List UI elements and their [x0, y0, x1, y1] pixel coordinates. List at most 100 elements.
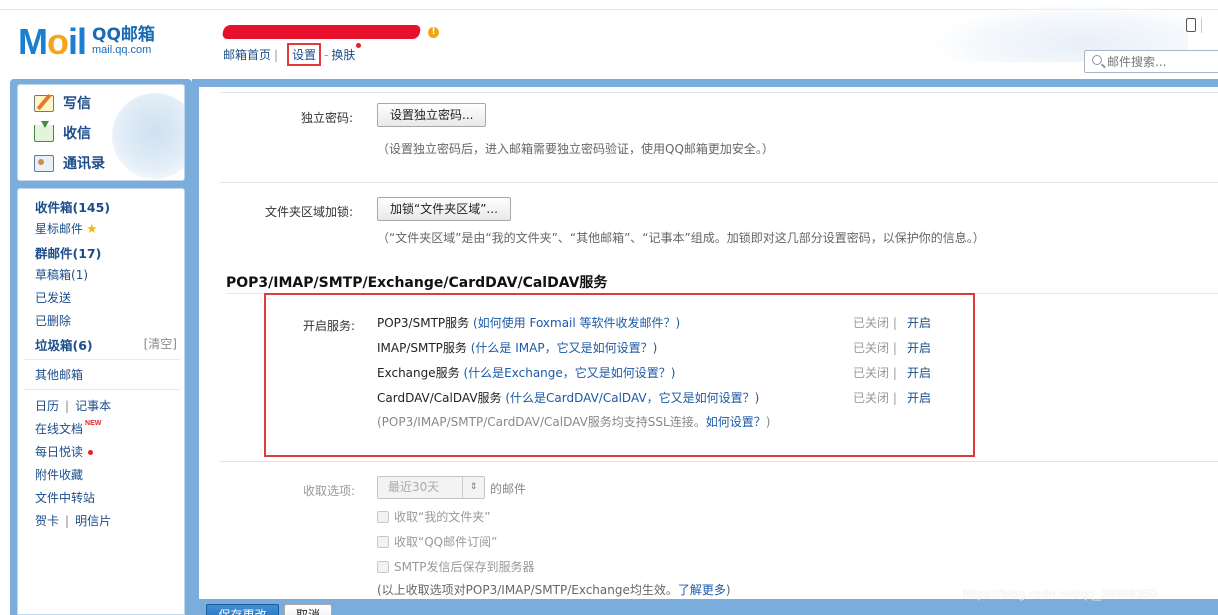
cancel-button[interactable]: 取消: [284, 604, 332, 615]
sidebar-item-spam[interactable]: 垃圾箱(6): [35, 335, 93, 354]
logo-cn: QQ邮箱: [92, 25, 155, 45]
sidebar-item-sent[interactable]: 已发送: [35, 289, 71, 306]
lock-folder-button[interactable]: 加锁“文件夹区域”...: [377, 197, 511, 221]
new-badge: NEW: [85, 420, 102, 427]
sidebar-item-cards[interactable]: 贺卡: [35, 514, 59, 528]
sidebar-item-calendar[interactable]: 日历: [35, 399, 59, 413]
enable-carddav-caldav-link[interactable]: 开启: [907, 389, 931, 406]
checkbox[interactable]: [377, 560, 389, 573]
select-arrow-icon: ⇕: [462, 477, 484, 498]
service-pop3-smtp: POP3/SMTP服务 (如何使用 Foxmail 等软件收发邮件？): [377, 316, 681, 330]
separator: |: [65, 399, 70, 413]
sidebar-item-deleted[interactable]: 已删除: [35, 312, 71, 329]
mail-search-input[interactable]: [1107, 54, 1217, 70]
fetch-note: (以上收取选项对POP3/IMAP/SMTP/Exchange均生效。了解更多): [377, 583, 731, 597]
clear-spam-link[interactable]: [清空]: [144, 335, 177, 352]
sidebar-item-group[interactable]: 群邮件(17): [35, 243, 101, 262]
action-bar: [192, 599, 1218, 615]
service-status: 已关闭 |: [853, 316, 897, 330]
penguin-decoration: [112, 93, 184, 179]
folder-divider: [24, 359, 180, 360]
ssl-note: (POP3/IMAP/SMTP/CardDAV/CalDAV服务均支持SSL连接…: [377, 415, 771, 429]
watermark: https://blog.csdn.net/qq_38889350: [963, 587, 1158, 601]
sidebar-item-transfer[interactable]: 文件中转站: [35, 489, 95, 506]
sidebar-item-starred[interactable]: 星标邮件 ★: [35, 220, 98, 237]
new-dot-icon: [356, 43, 362, 48]
services-section-title: POP3/IMAP/SMTP/Exchange/CardDAV/CalDAV服务: [226, 275, 608, 291]
user-account: [221, 24, 423, 42]
sidebar-item-other-mailboxes[interactable]: 其他邮箱: [35, 366, 83, 383]
smtp-save-option[interactable]: SMTP发信后保存到服务器: [377, 558, 535, 575]
nav-separator: -: [324, 48, 329, 62]
service-help-link[interactable]: (什么是Exchange，它又是如何设置？): [463, 366, 675, 380]
contacts-link[interactable]: 通讯录: [34, 152, 105, 174]
set-independent-password-button[interactable]: 设置独立密码...: [377, 103, 487, 127]
contacts-icon: [34, 154, 54, 172]
section-divider: [220, 92, 1218, 93]
folder-lock-hint: （“文件夹区域”是由“我的文件夹”、“其他邮箱”、“记事本”组成。加锁即对这几部…: [377, 231, 985, 245]
mail-search-box[interactable]: [1084, 50, 1218, 73]
learn-more-link[interactable]: 了解更多: [678, 583, 726, 597]
enable-exchange-link[interactable]: 开启: [907, 364, 931, 381]
nav-home-link[interactable]: 邮箱首页: [223, 48, 271, 62]
search-icon: [1092, 55, 1102, 65]
service-help-link[interactable]: (什么是CardDAV/CalDAV，它又是如何设置？): [505, 391, 759, 405]
folder-panel: 收件箱(145) 星标邮件 ★ 群邮件(17) 草稿箱(1) 已发送 已删除 垃圾…: [17, 188, 185, 615]
qq-mail-logo[interactable]: Moil QQ邮箱 mail.qq.com: [18, 24, 155, 60]
logo-text: QQ邮箱 mail.qq.com: [92, 25, 155, 60]
independent-password-label: 独立密码:: [300, 111, 353, 125]
receive-mail-link[interactable]: 收信: [34, 120, 91, 144]
nav-settings-link[interactable]: 设置: [287, 43, 322, 66]
service-status: 已关闭 |: [853, 366, 897, 380]
top-separator: [1201, 18, 1202, 33]
independent-password-hint: （设置独立密码后，进入邮箱需要独立密码验证，使用QQ邮箱更加安全。）: [377, 142, 774, 156]
save-button[interactable]: 保存更改: [206, 604, 279, 615]
sidebar-item-notes[interactable]: 记事本: [75, 399, 111, 413]
enable-imap-smtp-link[interactable]: 开启: [907, 339, 931, 356]
nav-separator: |: [274, 48, 279, 62]
service-imap-smtp: IMAP/SMTP服务 (什么是 IMAP，它又是如何设置？): [377, 341, 658, 355]
service-status: 已关闭 |: [853, 341, 897, 355]
folder-lock-label: 文件夹区域加锁:: [264, 205, 353, 219]
section-divider: [220, 461, 1218, 462]
inbox-icon: [34, 120, 54, 142]
contacts-label: 通讯录: [63, 156, 105, 172]
top-bar: Moil QQ邮箱 mail.qq.com ! 邮箱首页 | 设置 - 换肤: [0, 0, 1218, 80]
enable-pop3-smtp-link[interactable]: 开启: [907, 314, 931, 331]
fetch-subscriptions-option[interactable]: 收取“QQ邮件订阅”: [377, 533, 497, 550]
fetch-range-select[interactable]: 最近30天 ⇕: [377, 476, 485, 499]
folder-divider: [24, 389, 180, 390]
checkbox[interactable]: [377, 535, 389, 548]
star-icon: ★: [86, 222, 98, 237]
sidebar-item-postcards[interactable]: 明信片: [75, 514, 111, 528]
sidebar-item-inbox[interactable]: 收件箱(145): [35, 197, 110, 216]
checkbox[interactable]: [377, 510, 389, 523]
warning-icon[interactable]: !: [428, 27, 439, 38]
separator: |: [65, 514, 70, 528]
service-help-link[interactable]: (如何使用 Foxmail 等软件收发邮件？): [473, 316, 680, 330]
unread-dot-icon: [88, 450, 94, 455]
write-mail-link[interactable]: 写信: [34, 92, 91, 114]
mobile-icon[interactable]: [1186, 18, 1196, 32]
service-exchange: Exchange服务 (什么是Exchange，它又是如何设置？): [377, 366, 676, 380]
sidebar-item-attachments[interactable]: 附件收藏: [35, 466, 83, 483]
ssl-howto-link[interactable]: 如何设置？: [706, 415, 766, 429]
services-label: 开启服务:: [302, 319, 355, 333]
service-carddav-caldav: CardDAV/CalDAV服务 (什么是CardDAV/CalDAV，它又是如…: [377, 391, 760, 405]
section-divider: [220, 182, 1218, 183]
receive-label: 收信: [63, 126, 91, 142]
service-help-link[interactable]: (什么是 IMAP，它又是如何设置？): [471, 341, 658, 355]
fetch-my-folders-option[interactable]: 收取“我的文件夹”: [377, 508, 490, 525]
sidebar-item-drafts[interactable]: 草稿箱(1): [35, 266, 88, 283]
top-nav: 邮箱首页 | 设置 - 换肤: [223, 43, 362, 66]
service-status: 已关闭 |: [853, 391, 897, 405]
write-icon: [34, 94, 54, 112]
sidebar-item-daily[interactable]: 每日悦读: [35, 443, 94, 460]
logo-en: mail.qq.com: [92, 44, 152, 56]
write-label: 写信: [63, 96, 91, 112]
sidebar-item-docs[interactable]: 在线文档 NEW: [35, 420, 101, 437]
nav-skin-link[interactable]: 换肤: [331, 48, 355, 62]
fetch-suffix: 的邮件: [490, 482, 527, 496]
logo-mark: Moil: [18, 21, 87, 62]
fetch-options-label: 收取选项:: [302, 484, 355, 498]
